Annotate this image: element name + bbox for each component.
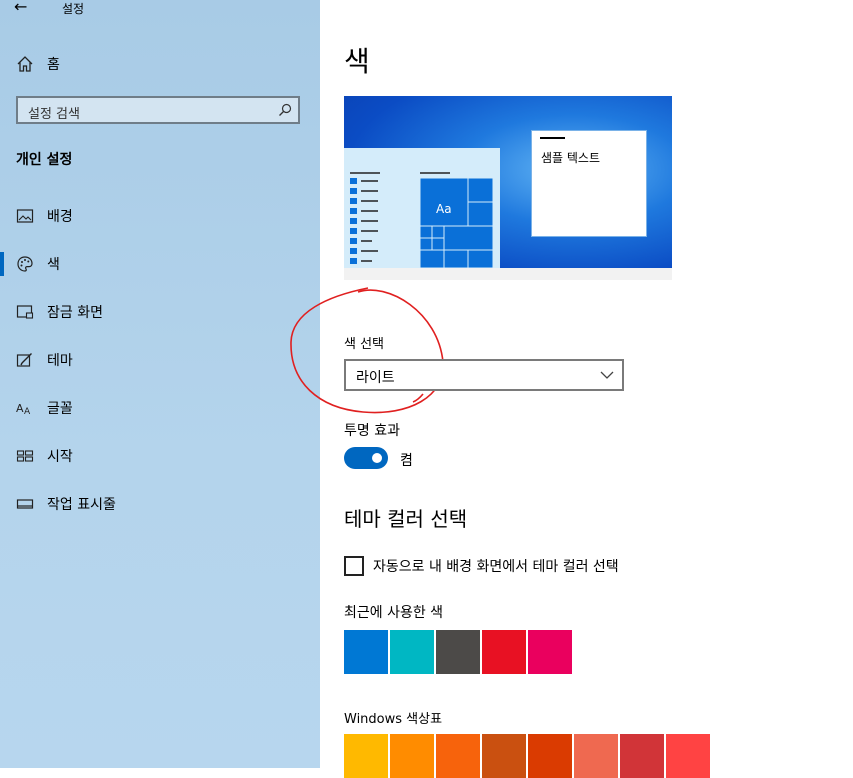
preview-tile-text: Aa — [436, 202, 452, 216]
taskbar-icon — [16, 499, 34, 509]
preview-sample-text: 샘플 텍스트 — [541, 151, 601, 165]
sidebar-item-label: 잠금 화면 — [47, 305, 103, 321]
search-box[interactable]: 설정 검색 — [16, 96, 300, 124]
font-icon: A A — [16, 402, 31, 417]
sidebar-item-label: 배경 — [47, 209, 73, 225]
preview-window-titlebar — [540, 137, 565, 139]
svg-text:A: A — [24, 407, 31, 417]
sidebar-item-taskbar[interactable]: 작업 표시줄 — [0, 484, 320, 524]
transparency-label: 투명 효과 — [344, 423, 400, 439]
toggle-knob — [372, 453, 382, 463]
sidebar-item-label: 색 — [47, 257, 60, 273]
color-swatch[interactable] — [528, 734, 572, 778]
back-arrow-icon[interactable]: ← — [14, 0, 27, 16]
theme-preview: Aa 샘플 텍스트 — [344, 96, 672, 280]
palette-colors-row — [344, 734, 710, 778]
sidebar-item-colors[interactable]: 색 — [0, 244, 320, 284]
page-title: 색 — [344, 45, 370, 78]
sidebar-item-label: 시작 — [47, 449, 73, 465]
preview-start-tiles — [350, 172, 494, 268]
color-swatch[interactable] — [620, 734, 664, 778]
sidebar-item-lock-screen[interactable]: 잠금 화면 — [0, 292, 320, 332]
home-icon — [17, 56, 33, 72]
sidebar-item-home[interactable]: 홈 — [16, 54, 60, 74]
transparency-state: 켬 — [400, 453, 413, 469]
search-icon[interactable] — [278, 103, 292, 117]
sidebar-item-label: 작업 표시줄 — [47, 497, 116, 513]
color-swatch[interactable] — [528, 630, 572, 674]
search-input[interactable]: 설정 검색 — [28, 103, 80, 122]
sidebar-item-label: 글꼴 — [47, 401, 73, 417]
color-swatch[interactable] — [344, 630, 388, 674]
window-title: 설정 — [62, 2, 85, 16]
svg-text:A: A — [16, 402, 24, 415]
palette-icon — [17, 256, 33, 272]
color-swatch[interactable] — [666, 734, 710, 778]
color-swatch[interactable] — [390, 630, 434, 674]
recent-colors-row — [344, 630, 572, 674]
color-choice-value: 라이트 — [356, 370, 395, 386]
transparency-toggle[interactable] — [344, 447, 388, 469]
auto-accent-checkbox[interactable] — [344, 556, 364, 576]
start-icon — [16, 450, 34, 462]
sidebar-item-label: 테마 — [47, 353, 73, 369]
preview-window: 샘플 텍스트 — [531, 130, 647, 237]
accent-color-heading: 테마 컬러 선택 — [344, 507, 468, 531]
color-swatch[interactable] — [436, 734, 480, 778]
color-swatch[interactable] — [574, 734, 618, 778]
sidebar-item-start[interactable]: 시작 — [0, 436, 320, 476]
color-choice-label: 색 선택 — [344, 337, 385, 352]
auto-accent-label: 자동으로 내 배경 화면에서 테마 컬러 선택 — [373, 559, 619, 575]
sidebar-item-themes[interactable]: 테마 — [0, 340, 320, 380]
chevron-down-icon — [600, 371, 614, 379]
color-swatch[interactable] — [390, 734, 434, 778]
sidebar-item-fonts[interactable]: A A 글꼴 — [0, 388, 320, 428]
palette-label: Windows 색상표 — [344, 712, 443, 727]
picture-icon — [16, 209, 34, 223]
color-swatch[interactable] — [344, 734, 388, 778]
color-swatch[interactable] — [436, 630, 480, 674]
sidebar: ← 설정 홈 설정 검색 개인 설정 배경 색 잠금 화면 테마 A A 글꼴 … — [0, 0, 320, 768]
color-swatch[interactable] — [482, 734, 526, 778]
color-swatch[interactable] — [482, 630, 526, 674]
recent-colors-label: 최근에 사용한 색 — [344, 605, 444, 621]
color-choice-dropdown[interactable]: 라이트 — [344, 359, 624, 391]
preview-start-menu: Aa — [344, 148, 500, 268]
lock-screen-icon — [16, 305, 34, 319]
selection-indicator — [0, 252, 4, 276]
sidebar-item-background[interactable]: 배경 — [0, 196, 320, 236]
preview-taskbar — [344, 268, 672, 280]
sidebar-home-label: 홈 — [47, 57, 60, 73]
section-title: 개인 설정 — [16, 152, 73, 168]
theme-brush-icon — [16, 353, 32, 367]
